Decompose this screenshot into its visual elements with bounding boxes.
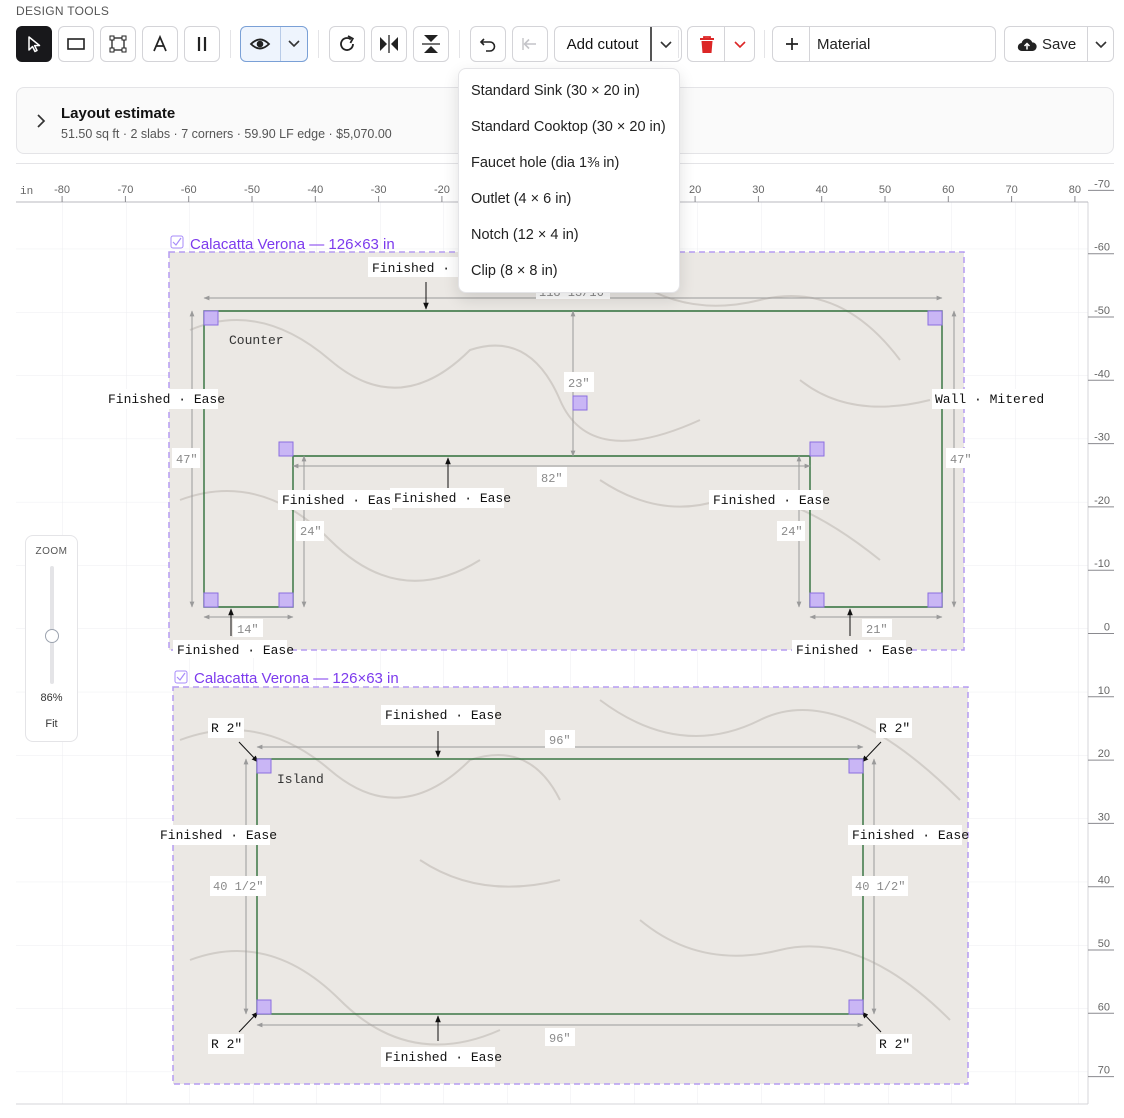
dim-depth: 23" [568, 377, 590, 391]
edge-label-left[interactable]: Finished · Ease [160, 828, 277, 843]
dim-right: 40 1/2" [855, 880, 905, 894]
dim-leg-right: 24" [781, 525, 803, 539]
dim-inner: 82" [541, 472, 563, 486]
zoom-slider-thumb[interactable] [45, 629, 59, 643]
edge-label-top[interactable]: Finished · Ease [385, 708, 502, 723]
zoom-slider-track[interactable] [50, 566, 54, 684]
edge-label-left[interactable]: Finished · Ease [108, 392, 225, 407]
radius-label-top-right[interactable]: R 2" [879, 721, 910, 736]
ruler-tick-label: -40 [307, 184, 323, 196]
ruler-tick-label: 60 [1098, 1001, 1110, 1013]
radius-label-bottom-right[interactable]: R 2" [879, 1037, 910, 1052]
dim-top: 96" [549, 734, 571, 748]
menu-item-standard-cooktop[interactable]: Standard Cooktop (30 × 20 in) [459, 109, 679, 145]
ruler-tick-label: -50 [244, 184, 260, 196]
ruler-tick-label: -60 [1094, 242, 1110, 254]
slab-2-title: Calacatta Verona — 126×63 in [194, 670, 399, 687]
ruler-tick-label: 80 [1069, 184, 1081, 196]
menu-item-faucet-hole[interactable]: Faucet hole (dia 1⅜ in) [459, 145, 679, 181]
edge-label-right[interactable]: Wall · Mitered [935, 392, 1044, 407]
ruler-tick-label: -20 [1094, 495, 1110, 507]
cutout-menu: Standard Sink (30 × 20 in) Standard Cook… [458, 68, 680, 293]
ruler-tick-label: 40 [1098, 875, 1110, 887]
menu-item-notch[interactable]: Notch (12 × 4 in) [459, 217, 679, 253]
ruler-tick-label: 0 [1104, 622, 1110, 634]
ruler-tick-label: 30 [1098, 811, 1110, 823]
radius-label-bottom-left[interactable]: R 2" [211, 1037, 242, 1052]
ruler-tick-label: -70 [117, 184, 133, 196]
edge-label-inner-top[interactable]: Finished · Ease [394, 491, 511, 506]
edge-label-inner-right[interactable]: Finished · Ease [713, 493, 830, 508]
menu-item-standard-sink[interactable]: Standard Sink (30 × 20 in) [459, 73, 679, 109]
ruler-tick-label: -10 [1094, 558, 1110, 570]
ruler-tick-label: 60 [942, 184, 954, 196]
ruler-tick-label: 40 [816, 184, 828, 196]
ruler-tick-label: 10 [1098, 685, 1110, 697]
dim-right: 47" [950, 453, 972, 467]
slab-1-title: Calacatta Verona — 126×63 in [190, 236, 395, 253]
ruler-tick-label: -20 [434, 184, 450, 196]
ruler-tick-label: 70 [1098, 1065, 1110, 1077]
ruler-tick-label: 20 [1098, 748, 1110, 760]
zoom-panel: ZOOM 86% Fit [25, 535, 78, 742]
ruler-tick-label: -50 [1094, 305, 1110, 317]
edge-label-bottom-right[interactable]: Finished · Ease [796, 643, 913, 658]
radius-label-top-left[interactable]: R 2" [211, 721, 242, 736]
ruler-tick-label: -40 [1094, 368, 1110, 380]
dim-bottom-right: 21" [866, 623, 888, 637]
ruler-tick-label: 20 [689, 184, 701, 196]
slab-2[interactable]: Calacatta Verona — 126×63 in Island Fini… [156, 670, 969, 1085]
ruler-tick-label: 70 [1005, 184, 1017, 196]
edge-label-bottom[interactable]: Finished · Ease [385, 1050, 502, 1065]
ruler-unit: in [20, 186, 33, 198]
ruler-tick-label: 50 [1098, 938, 1110, 950]
edge-label-right[interactable]: Finished · Ease [852, 828, 969, 843]
piece-label-island: Island [277, 772, 324, 787]
edge-label-inner-left[interactable]: Finished · Ease [282, 493, 399, 508]
ruler-tick-label: -70 [1094, 178, 1110, 190]
dim-bottom: 96" [549, 1032, 571, 1046]
zoom-percent: 86% [40, 692, 63, 704]
ruler-tick-label: -30 [1094, 432, 1110, 444]
vertical-ruler: -70 -60 -50 -40 -30 -20 -10 0 10 20 30 40 50 60 70 [1088, 178, 1114, 1078]
dim-left: 47" [176, 453, 198, 467]
dim-leg-left: 24" [300, 525, 322, 539]
ruler-tick-label: 30 [752, 184, 764, 196]
zoom-label: ZOOM [35, 546, 68, 557]
ruler-tick-label: -60 [181, 184, 197, 196]
fit-button[interactable]: Fit [26, 718, 77, 730]
edge-label-bottom-left[interactable]: Finished · Ease [177, 643, 294, 658]
piece-label-counter: Counter [229, 333, 284, 348]
dim-bottom-left: 14" [237, 623, 259, 637]
ruler-tick-label: -30 [371, 184, 387, 196]
slab-1[interactable]: Calacatta Verona — 126×63 in Counter Fin… [104, 235, 1044, 658]
menu-item-outlet[interactable]: Outlet (4 × 6 in) [459, 181, 679, 217]
menu-item-clip[interactable]: Clip (8 × 8 in) [459, 253, 679, 289]
ruler-tick-label: 50 [879, 184, 891, 196]
dim-left: 40 1/2" [213, 880, 263, 894]
ruler-tick-label: -80 [54, 184, 70, 196]
